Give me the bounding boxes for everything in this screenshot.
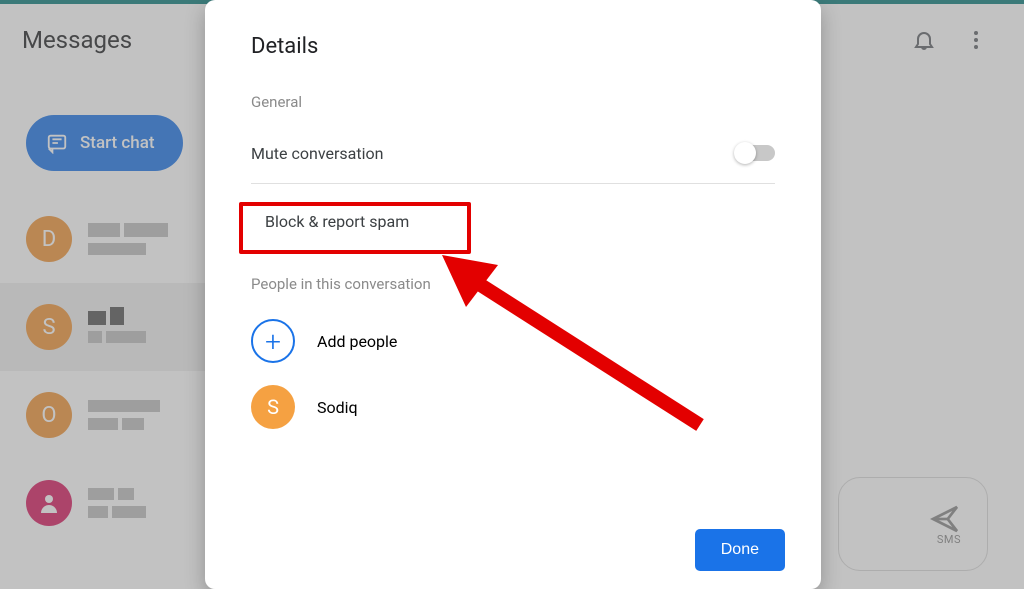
avatar-person-icon [26, 480, 72, 526]
block-report-spam-button[interactable]: Block & report spam [251, 198, 775, 245]
start-chat-label: Start chat [80, 133, 155, 153]
section-label-people: People in this conversation [251, 275, 775, 293]
dialog-title: Details [251, 34, 775, 59]
mute-conversation-row[interactable]: Mute conversation [251, 133, 775, 173]
avatar: S [26, 304, 72, 350]
section-label-general: General [251, 93, 775, 111]
block-label: Block & report spam [265, 212, 409, 231]
conversation-item[interactable]: S [0, 283, 205, 371]
details-dialog: Details General Mute conversation Block … [205, 0, 821, 589]
notifications-icon[interactable] [912, 28, 936, 52]
add-people-label: Add people [317, 332, 397, 351]
avatar: O [26, 392, 72, 438]
sms-label: SMS [937, 533, 961, 546]
mute-label: Mute conversation [251, 144, 383, 163]
conversation-item[interactable] [0, 459, 205, 547]
send-sms-button[interactable]: SMS [838, 477, 988, 571]
plus-icon: + [251, 319, 295, 363]
divider [251, 183, 775, 184]
start-chat-button[interactable]: Start chat [26, 115, 183, 171]
conversation-member[interactable]: S Sodiq [251, 379, 775, 435]
conversation-list: D S O [0, 195, 205, 547]
send-icon [929, 503, 961, 535]
mute-toggle[interactable] [735, 145, 775, 161]
avatar: D [26, 216, 72, 262]
conversation-item[interactable]: D [0, 195, 205, 283]
member-avatar: S [251, 385, 295, 429]
conversation-item[interactable]: O [0, 371, 205, 459]
more-icon[interactable] [964, 28, 988, 52]
done-button[interactable]: Done [695, 529, 785, 571]
add-people-button[interactable]: + Add people [251, 313, 775, 369]
app-title: Messages [22, 26, 132, 54]
member-name: Sodiq [317, 398, 358, 417]
